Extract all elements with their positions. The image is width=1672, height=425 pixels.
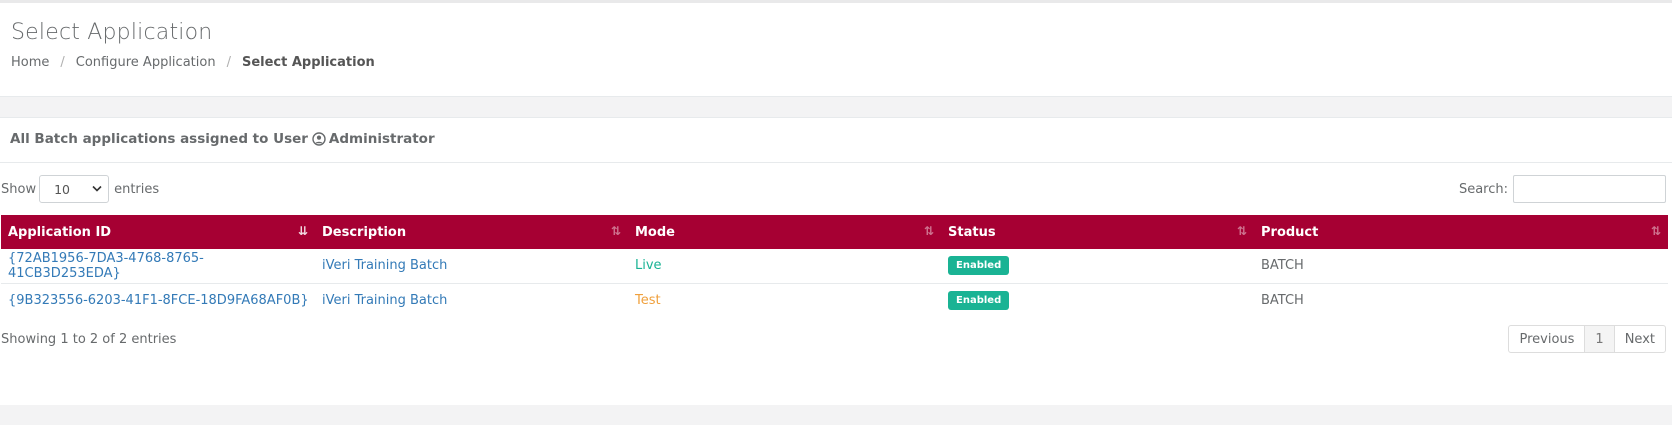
chevron-down-icon xyxy=(92,184,102,195)
column-header-label: Product xyxy=(1261,224,1319,240)
pagination-previous-button[interactable]: Previous xyxy=(1508,325,1586,353)
column-header-application-id[interactable]: Application ID ⇊ xyxy=(1,215,315,249)
user-circle-icon xyxy=(312,132,326,146)
panel-title: All Batch applications assigned to User … xyxy=(0,118,1672,163)
status-badge: Enabled xyxy=(948,256,1010,276)
page-length-value: 10 xyxy=(54,181,70,197)
application-id-link[interactable]: {9B323556-6203-41F1-8FCE-18D9FA68AF0B} xyxy=(8,293,309,308)
sort-asc-icon: ⇊ xyxy=(297,224,308,238)
column-header-mode[interactable]: Mode ⇅ xyxy=(628,215,941,249)
product-value: BATCH xyxy=(1261,258,1304,274)
description-link[interactable]: iVeri Training Batch xyxy=(322,258,447,273)
page-title: Select Application xyxy=(11,20,213,45)
table-header-row: Application ID ⇊ Description ⇅ Mode ⇅ St… xyxy=(1,215,1668,249)
column-header-label: Status xyxy=(948,224,996,240)
sort-icon: ⇅ xyxy=(1236,224,1247,238)
breadcrumb-current: Select Application xyxy=(241,55,375,70)
mode-value: Live xyxy=(635,258,662,274)
description-link[interactable]: iVeri Training Batch xyxy=(322,293,447,308)
pagination-page-1[interactable]: 1 xyxy=(1584,325,1615,353)
search-control: Search: xyxy=(1459,175,1666,203)
sort-icon: ⇅ xyxy=(610,224,621,238)
table-row: {9B323556-6203-41F1-8FCE-18D9FA68AF0B} i… xyxy=(1,283,1668,317)
breadcrumb: Home / Configure Application / Select Ap… xyxy=(11,55,1672,70)
mode-value: Test xyxy=(635,292,661,308)
pagination: Previous 1 Next xyxy=(1508,325,1666,353)
breadcrumb-home[interactable]: Home xyxy=(11,55,49,70)
entries-label: entries xyxy=(114,181,160,197)
application-id-link[interactable]: {72AB1956-7DA3-4768-8765-41CB3D253EDA} xyxy=(8,251,204,281)
page-length-control: Show 10 entries xyxy=(1,175,159,203)
pagination-next-button[interactable]: Next xyxy=(1613,325,1666,353)
table-info: Showing 1 to 2 of 2 entries xyxy=(1,331,177,347)
page-length-select[interactable]: 10 xyxy=(39,175,110,203)
search-input[interactable] xyxy=(1513,175,1666,203)
column-header-label: Description xyxy=(322,224,407,240)
panel-user-name: Administrator xyxy=(328,131,435,147)
table-row: {72AB1956-7DA3-4768-8765-41CB3D253EDA} i… xyxy=(1,249,1668,284)
applications-table: Application ID ⇊ Description ⇅ Mode ⇅ St… xyxy=(1,215,1668,317)
product-value: BATCH xyxy=(1261,292,1304,308)
breadcrumb-separator: / xyxy=(226,55,231,70)
table-controls: Show 10 entries Search: xyxy=(0,163,1672,215)
search-label: Search: xyxy=(1458,181,1508,197)
sort-icon: ⇅ xyxy=(1650,224,1661,238)
panel-title-text: All Batch applications assigned to User xyxy=(10,131,308,147)
show-label: Show xyxy=(1,181,37,197)
table-footer: Showing 1 to 2 of 2 entries Previous 1 N… xyxy=(0,319,1672,359)
column-header-label: Application ID xyxy=(8,224,112,240)
breadcrumb-configure-application[interactable]: Configure Application xyxy=(76,55,216,70)
column-header-description[interactable]: Description ⇅ xyxy=(315,215,628,249)
content-gap xyxy=(0,97,1672,117)
column-header-status[interactable]: Status ⇅ xyxy=(941,215,1254,249)
column-header-label: Mode xyxy=(635,224,675,240)
page-heading: Select Application Home / Configure Appl… xyxy=(0,3,1672,97)
sort-icon: ⇅ xyxy=(923,224,934,238)
applications-panel: All Batch applications assigned to User … xyxy=(0,117,1672,405)
breadcrumb-separator: / xyxy=(60,55,65,70)
column-header-product[interactable]: Product ⇅ xyxy=(1254,215,1668,249)
status-badge: Enabled xyxy=(948,290,1010,310)
